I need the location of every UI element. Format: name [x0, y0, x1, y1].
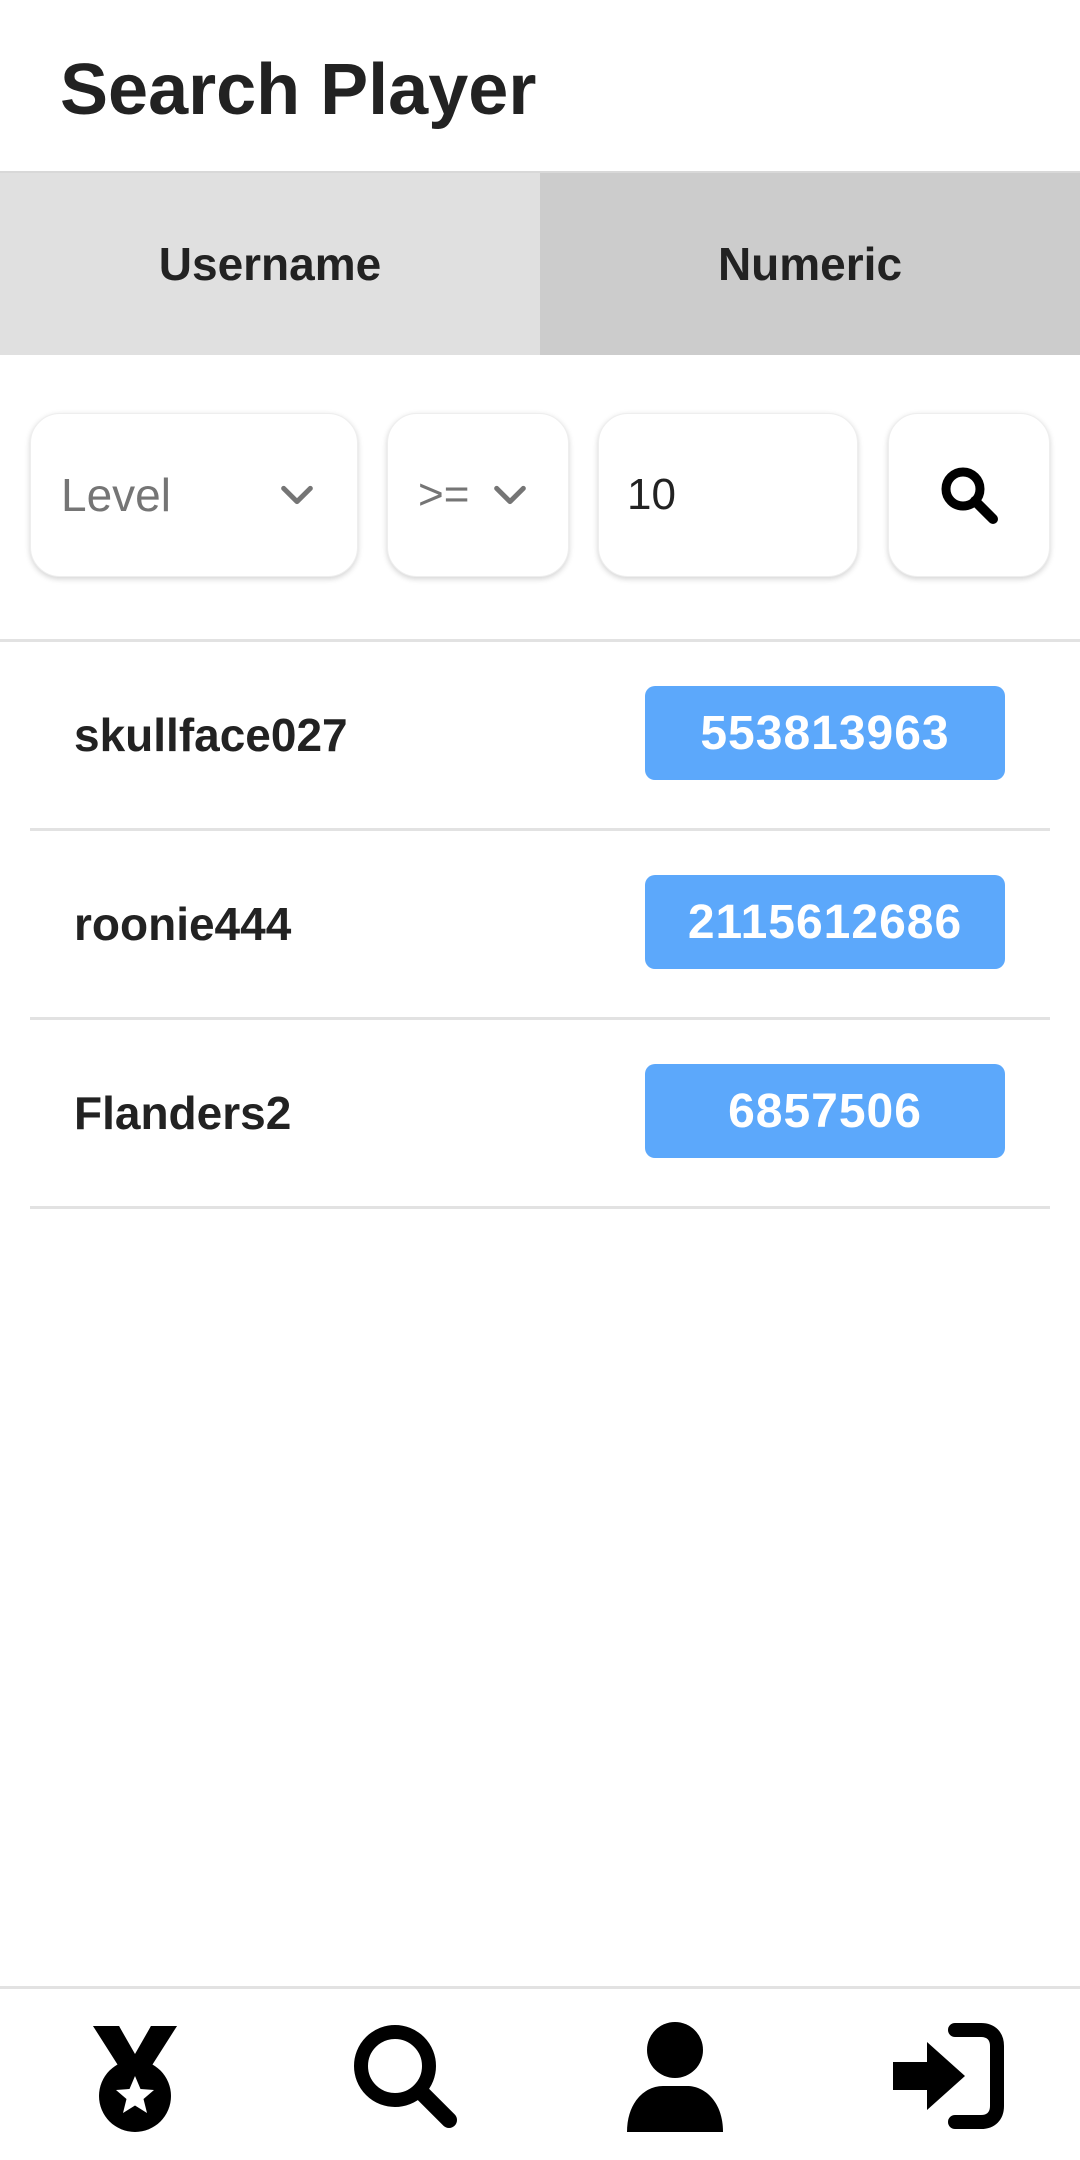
player-username: Flanders2 [74, 1087, 292, 1139]
value-input-container [598, 413, 858, 577]
results-list: skullface027 553813963 roonie444 2115612… [30, 642, 1050, 1209]
user-icon [627, 2022, 723, 2132]
search-button[interactable] [888, 413, 1050, 577]
search-icon [941, 467, 998, 524]
nav-login[interactable] [810, 1989, 1080, 2160]
sign-in-icon [893, 2023, 1004, 2129]
tab-username[interactable]: Username [0, 173, 540, 355]
list-item[interactable]: skullface027 553813963 [30, 642, 1050, 831]
chevron-down-icon [494, 485, 526, 505]
search-icon [354, 2025, 457, 2128]
search-player-screen: Search Player Username Numeric Level >= [0, 0, 1080, 2160]
header: Search Player [0, 0, 1080, 170]
player-username: skullface027 [74, 709, 348, 761]
bottom-nav [0, 1986, 1080, 2160]
player-username: roonie444 [74, 898, 292, 950]
player-id-badge: 2115612686 [645, 875, 1005, 969]
list-item[interactable]: roonie444 2115612686 [30, 831, 1050, 1020]
field-select[interactable]: Level [30, 413, 358, 577]
operator-select-value: >= [418, 470, 470, 519]
numeric-filter-bar: Level >= [0, 353, 1080, 642]
operator-select[interactable]: >= [387, 413, 569, 577]
nav-achievements[interactable] [0, 1989, 270, 2160]
nav-profile[interactable] [540, 1989, 810, 2160]
list-item[interactable]: Flanders2 6857506 [30, 1020, 1050, 1209]
value-input[interactable] [599, 414, 847, 576]
medal-icon [93, 2026, 177, 2132]
player-id-badge: 553813963 [645, 686, 1005, 780]
nav-search[interactable] [270, 1989, 540, 2160]
player-id-badge: 6857506 [645, 1064, 1005, 1158]
search-mode-tabs: Username Numeric [0, 171, 1080, 355]
field-select-value: Level [61, 469, 171, 521]
chevron-down-icon [281, 485, 313, 505]
tab-numeric[interactable]: Numeric [540, 173, 1080, 355]
page-title: Search Player [60, 50, 537, 130]
